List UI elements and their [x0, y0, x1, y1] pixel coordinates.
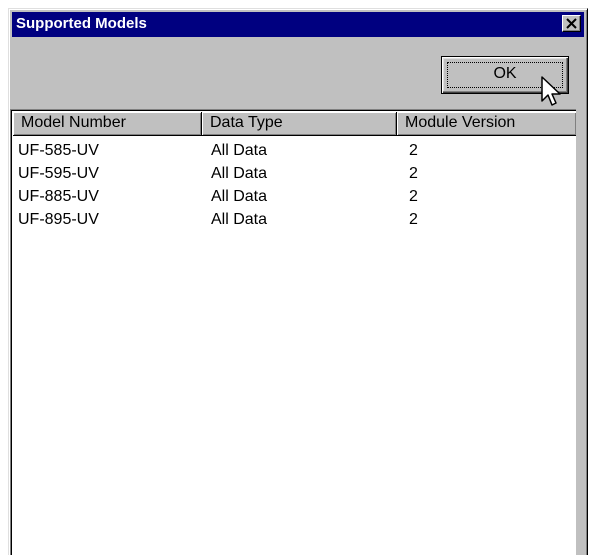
models-list[interactable]: Model Number Data Type Module Version UF… [10, 109, 576, 555]
title-bar[interactable]: Supported Models [12, 12, 584, 37]
data-type-cell: All Data [211, 165, 268, 182]
data-type-cell: All Data [211, 211, 268, 228]
data-type-cell: All Data [211, 142, 268, 159]
module-version-cell: 2 [409, 165, 418, 182]
model-number-cell: UF-885-UV [18, 188, 99, 205]
model-number-cell: UF-595-UV [18, 165, 99, 182]
list-rows: UF-585-UV All Data 2 UF-595-UV All Data … [13, 139, 576, 231]
close-button[interactable] [562, 15, 581, 32]
model-number-cell: UF-895-UV [18, 211, 99, 228]
list-header: Model Number Data Type Module Version [13, 112, 576, 136]
data-type-cell: All Data [211, 188, 268, 205]
module-version-cell: 2 [409, 142, 418, 159]
column-header-module-version[interactable]: Module Version [397, 112, 576, 136]
ok-button-label: OK [493, 65, 517, 82]
module-version-cell: 2 [409, 211, 418, 228]
dialog-title: Supported Models [16, 15, 147, 32]
model-number-cell: UF-585-UV [18, 142, 99, 159]
list-item[interactable]: UF-585-UV All Data 2 [13, 139, 576, 162]
close-icon [566, 18, 577, 29]
list-item[interactable]: UF-895-UV All Data 2 [13, 208, 576, 231]
ok-button[interactable]: OK [441, 56, 569, 94]
column-header-data-type[interactable]: Data Type [202, 112, 397, 136]
module-version-cell: 2 [409, 188, 418, 205]
column-header-model-number[interactable]: Model Number [13, 112, 202, 136]
list-item[interactable]: UF-885-UV All Data 2 [13, 185, 576, 208]
list-item[interactable]: UF-595-UV All Data 2 [13, 162, 576, 185]
